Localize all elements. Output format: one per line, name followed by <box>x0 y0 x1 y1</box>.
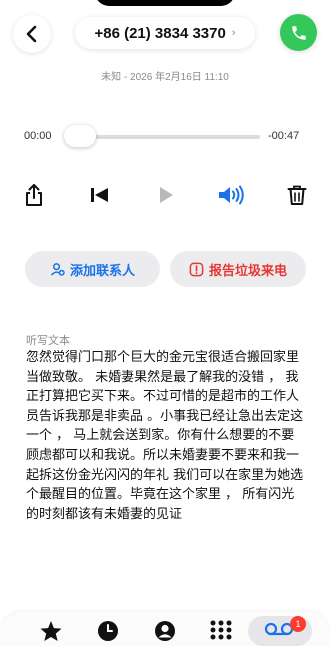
dynamic-island <box>95 0 235 6</box>
caller-number: +86 (21) 3834 3370 <box>94 24 226 42</box>
tab-keypad[interactable] <box>208 620 234 642</box>
star-icon <box>40 620 62 642</box>
voicemail-badge: 1 <box>290 616 306 632</box>
alert-icon <box>189 262 204 276</box>
tab-favorites[interactable] <box>38 620 64 642</box>
add-contact-label: 添加联系人 <box>69 262 135 278</box>
transcript-text: 忽然觉得门口那个巨大的金元宝很适合搬回家里当做致敬。 未婚妻果然是最了解我的没错… <box>26 350 304 522</box>
skip-back-icon <box>91 188 108 202</box>
add-contact-button[interactable]: 添加联系人 <box>25 251 160 287</box>
tab-recents[interactable] <box>95 620 121 642</box>
transcript-label: 听写文本 <box>26 335 70 347</box>
tab-contacts[interactable] <box>152 620 178 642</box>
person-circle-icon <box>155 621 175 641</box>
chevron-right-icon: › <box>231 27 236 39</box>
play-button[interactable] <box>151 180 181 210</box>
clock-icon <box>98 621 118 641</box>
add-contact-icon <box>50 262 65 276</box>
rewind-button[interactable] <box>85 180 115 210</box>
caller-number-pill[interactable]: +86 (21) 3834 3370 › <box>75 17 255 49</box>
share-icon <box>26 184 42 206</box>
back-button[interactable] <box>13 15 51 53</box>
phone-icon <box>291 25 306 40</box>
report-spam-button[interactable]: 报告垃圾来电 <box>170 251 306 287</box>
trash-icon <box>287 185 307 205</box>
delete-button[interactable] <box>282 180 312 210</box>
elapsed-time: 00:00 <box>24 130 52 142</box>
play-icon <box>160 187 173 203</box>
remaining-time: -00:47 <box>268 130 300 142</box>
keypad-icon <box>210 620 232 640</box>
share-button[interactable] <box>19 180 49 210</box>
chevron-left-icon <box>26 25 37 43</box>
speaker-icon <box>219 185 244 205</box>
call-meta: 未知 - 2026 年2月16日 11:10 <box>101 72 229 83</box>
call-button[interactable] <box>280 14 317 51</box>
playback-scrubber[interactable] <box>64 125 96 147</box>
report-spam-label: 报告垃圾来电 <box>208 262 287 278</box>
speaker-button[interactable] <box>216 180 246 210</box>
